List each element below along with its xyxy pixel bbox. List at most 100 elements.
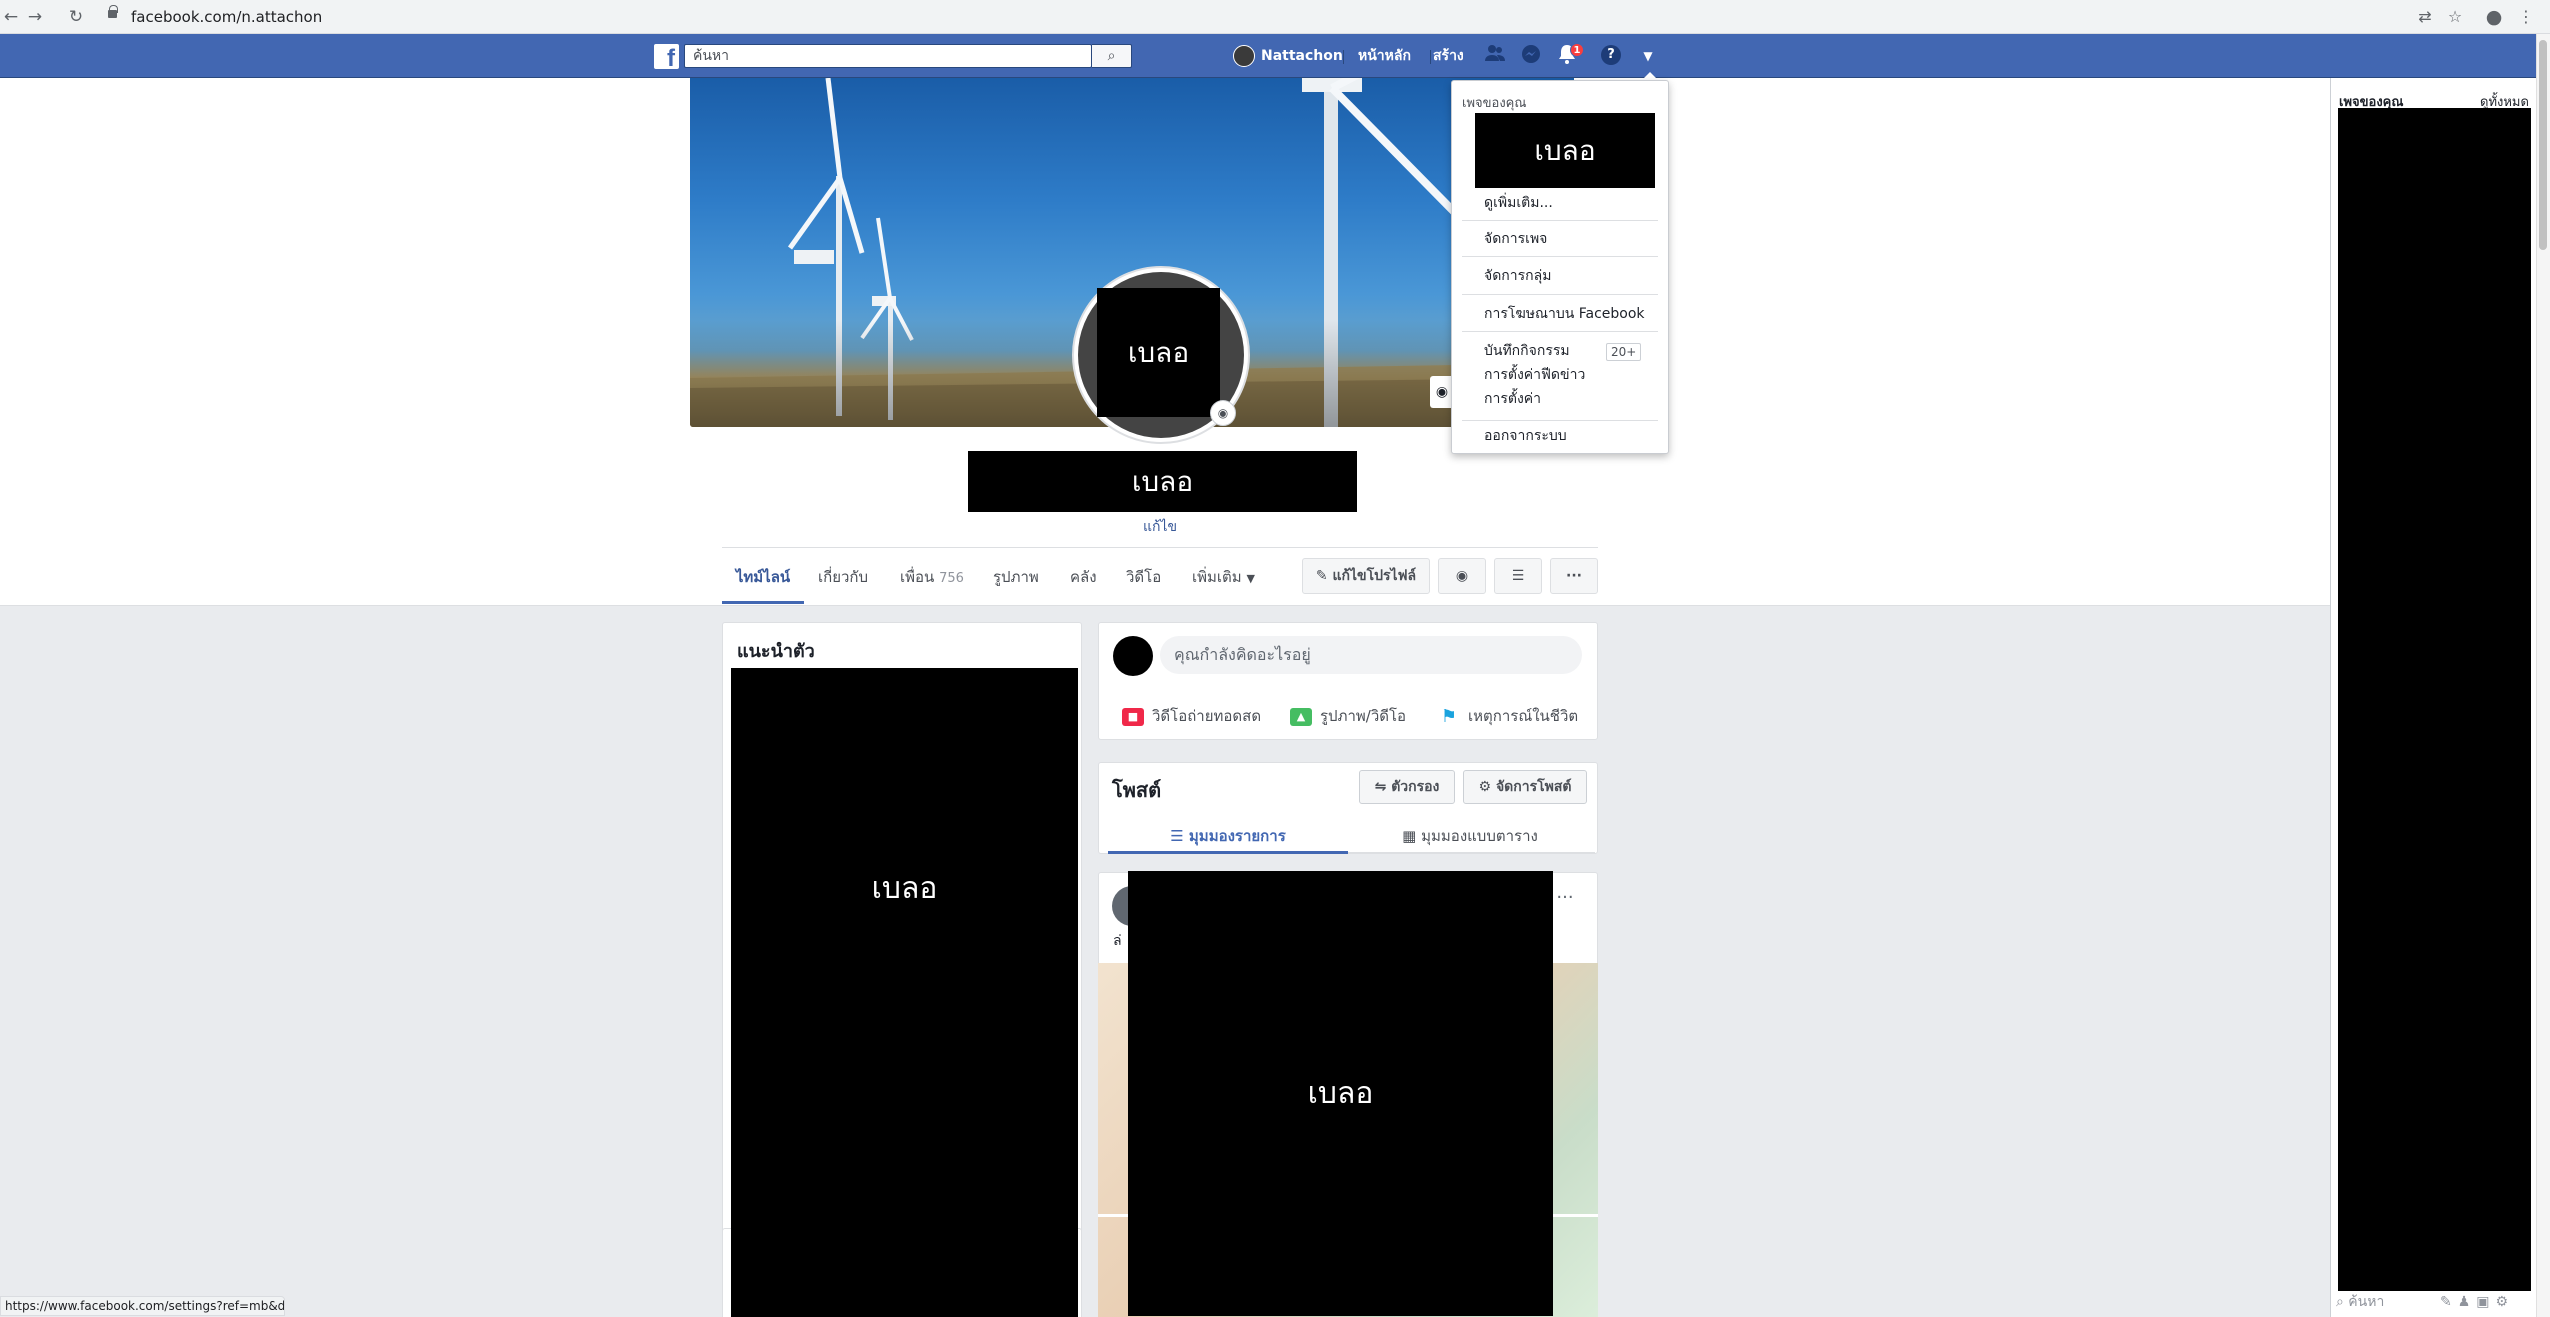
edit-profile-button[interactable]: ✎ แก้ไขโปรไฟล์ bbox=[1302, 558, 1430, 594]
live-video-button[interactable]: ■ วิดีโอถ่ายทอดสด bbox=[1122, 700, 1261, 732]
divider bbox=[722, 547, 1598, 548]
reload-icon[interactable]: ↻ bbox=[65, 6, 87, 28]
chevron-down-icon[interactable]: ▼ bbox=[1638, 46, 1658, 66]
video-camera-icon: ■ bbox=[1122, 707, 1144, 726]
address-bar[interactable]: facebook.com/n.attachon bbox=[95, 4, 2435, 30]
chevron-down-icon: ▼ bbox=[1246, 572, 1255, 585]
edit-profile-label: แก้ไขโปรไฟล์ bbox=[1332, 568, 1417, 584]
divider bbox=[1343, 50, 1344, 64]
list-view-label: มุมมองรายการ bbox=[1188, 827, 1286, 845]
avatar bbox=[1113, 636, 1153, 676]
scrollbar-thumb[interactable] bbox=[2539, 40, 2547, 250]
video-icon[interactable]: ▣ bbox=[2476, 1294, 2495, 1310]
tab-friends[interactable]: เพื่อน 756 bbox=[900, 558, 964, 604]
log-out-item[interactable]: ออกจากระบบ bbox=[1484, 425, 1567, 447]
translate-icon[interactable]: ⇄ bbox=[2414, 6, 2436, 28]
tab-friends-label: เพื่อน bbox=[900, 568, 935, 586]
eye-icon: ◉ bbox=[1455, 568, 1469, 584]
create-link[interactable]: สร้าง bbox=[1433, 44, 1464, 68]
pencil-icon: ✎ bbox=[1315, 568, 1328, 584]
menu-icon[interactable]: ⋮ bbox=[2515, 6, 2537, 28]
edit-bio-link[interactable]: แก้ไข bbox=[1100, 516, 1220, 538]
search-input[interactable] bbox=[684, 44, 1092, 68]
activity-log-item[interactable]: บันทึกกิจกรรม bbox=[1484, 340, 1570, 362]
life-event-button[interactable]: ⚑ เหตุการณ์ในชีวิต bbox=[1438, 700, 1578, 732]
list-icon: ☰ bbox=[1511, 568, 1525, 584]
notification-badge: 1 bbox=[1570, 43, 1584, 57]
bookmark-star-icon[interactable]: ☆ bbox=[2444, 6, 2466, 28]
gear-icon[interactable]: ⚙ bbox=[2496, 1294, 2515, 1310]
blur-overlay: เบลอ bbox=[1097, 288, 1220, 417]
avatar[interactable] bbox=[1233, 45, 1255, 67]
sidebar-search-label: ค้นหา bbox=[2348, 1294, 2385, 1310]
activity-count-badge: 20+ bbox=[1606, 343, 1642, 361]
grid-icon: ▦ bbox=[1402, 827, 1417, 845]
compose-icon[interactable]: ✎ bbox=[2440, 1294, 2458, 1310]
tab-about[interactable]: เกี่ยวกับ bbox=[818, 558, 868, 604]
divider bbox=[1430, 50, 1431, 64]
manage-posts-button[interactable]: ⚙ จัดการโพสต์ bbox=[1463, 770, 1587, 804]
photo-video-label: รูปภาพ/วิดีโอ bbox=[1320, 707, 1407, 725]
messenger-svg bbox=[1522, 45, 1540, 63]
tab-list-view[interactable]: ☰ มุมมองรายการ bbox=[1108, 818, 1348, 854]
divider bbox=[1462, 294, 1658, 295]
filter-label: ตัวกรอง bbox=[1391, 779, 1440, 795]
lock-icon[interactable] bbox=[108, 5, 118, 18]
tab-videos[interactable]: วิดีโอ bbox=[1126, 558, 1161, 604]
more-icon: ··· bbox=[1566, 568, 1582, 584]
search-icon[interactable]: ⌕ bbox=[1092, 44, 1132, 68]
forward-icon[interactable]: → bbox=[24, 6, 46, 28]
dropdown-pointer bbox=[1642, 72, 1658, 80]
see-more-link[interactable]: ดูเพิ่มเติม... bbox=[1484, 192, 1553, 214]
account-icon[interactable]: ● bbox=[2483, 6, 2505, 28]
friend-requests-icon[interactable] bbox=[1483, 44, 1507, 68]
tab-timeline[interactable]: ไทม์ไลน์ bbox=[722, 558, 804, 604]
life-event-label: เหตุการณ์ในชีวิต bbox=[1468, 707, 1579, 725]
profile-link[interactable]: Nattachon bbox=[1261, 44, 1343, 68]
activity-log-button[interactable]: ☰ bbox=[1494, 558, 1542, 594]
intro-title: แนะนำตัว bbox=[737, 641, 815, 662]
help-icon[interactable]: ? bbox=[1601, 45, 1621, 65]
tab-photos[interactable]: รูปภาพ bbox=[993, 558, 1039, 604]
manage-groups-item[interactable]: จัดการกลุ่ม bbox=[1484, 265, 1551, 287]
friends-count: 756 bbox=[939, 571, 964, 586]
settings-item[interactable]: การตั้งค่า bbox=[1484, 388, 1541, 410]
status-input[interactable]: คุณกำลังคิดอะไรอยู่ bbox=[1160, 636, 1582, 674]
camera-icon[interactable]: ◉ bbox=[1210, 400, 1236, 426]
facebook-logo-icon[interactable]: f bbox=[654, 44, 679, 69]
flag-icon: ⚑ bbox=[1438, 707, 1460, 726]
friends-icon[interactable]: ♟ bbox=[2458, 1294, 2477, 1310]
sidebar-blur bbox=[2338, 108, 2531, 1291]
sidebar-toolbar: ✎♟▣⚙ bbox=[2440, 1290, 2532, 1314]
divider bbox=[1462, 331, 1658, 332]
messenger-icon[interactable] bbox=[1519, 44, 1543, 68]
tab-more-label: เพิ่มเติม bbox=[1192, 568, 1242, 586]
photo-icon: ▲ bbox=[1290, 707, 1312, 726]
home-link[interactable]: หน้าหลัก bbox=[1358, 44, 1411, 68]
tab-grid-view[interactable]: ▦ มุมมองแบบตาราง bbox=[1350, 818, 1590, 854]
posts-title: โพสต์ bbox=[1112, 778, 1162, 802]
dropdown-header: เพจของคุณ bbox=[1462, 96, 1527, 111]
tab-more[interactable]: เพิ่มเติม ▼ bbox=[1192, 558, 1255, 604]
intro-blur: เบลอ bbox=[731, 668, 1078, 1317]
filter-button[interactable]: ⇋ ตัวกรอง bbox=[1359, 770, 1455, 804]
search-icon: ⌕ bbox=[2336, 1294, 2344, 1310]
more-options-button[interactable]: ··· bbox=[1550, 558, 1598, 594]
advertising-item[interactable]: การโฆษณาบน Facebook bbox=[1484, 303, 1645, 325]
post-blur: เบลอ bbox=[1128, 871, 1553, 1316]
photo-video-button[interactable]: ▲ รูปภาพ/วิดีโอ bbox=[1290, 700, 1406, 732]
more-icon[interactable]: ··· bbox=[1553, 888, 1577, 908]
url-text: facebook.com/n.attachon bbox=[131, 8, 323, 26]
tab-archive[interactable]: คลัง bbox=[1070, 558, 1097, 604]
profile-name-blur: เบลอ bbox=[968, 451, 1357, 512]
news-feed-preferences-item[interactable]: การตั้งค่าฟีดข่าว bbox=[1484, 364, 1585, 386]
post-text: ล่ bbox=[1113, 933, 1122, 949]
friends-svg bbox=[1485, 45, 1505, 61]
list-icon: ☰ bbox=[1170, 827, 1184, 845]
manage-posts-label: จัดการโพสต์ bbox=[1495, 779, 1572, 795]
back-icon[interactable]: ← bbox=[0, 6, 22, 28]
divider bbox=[1462, 420, 1658, 421]
manage-pages-item[interactable]: จัดการเพจ bbox=[1484, 228, 1547, 250]
view-as-button[interactable]: ◉ bbox=[1438, 558, 1486, 594]
divider bbox=[1462, 220, 1658, 221]
